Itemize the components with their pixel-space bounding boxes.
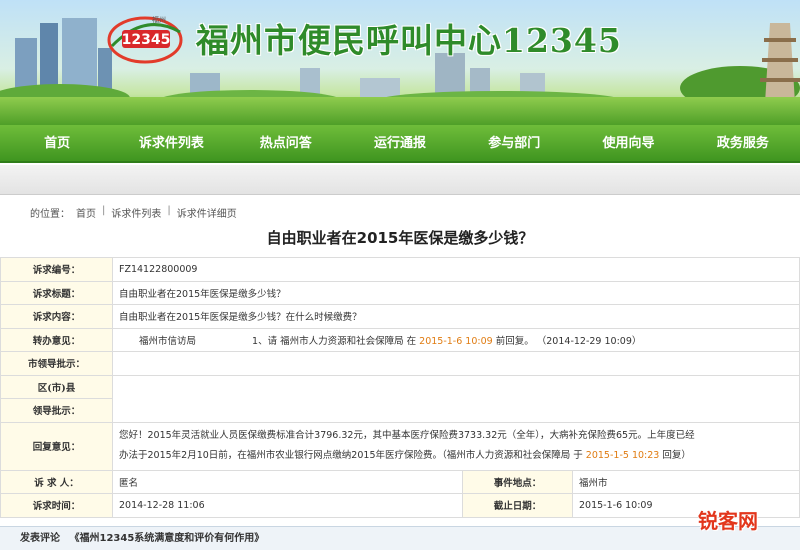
request-title-value: 自由职业者在2015年医保是缴多少钱？ [112,280,800,305]
district-label: 区(市)县 [0,374,113,399]
reply-value: 您好！2015年灵活就业人员医保缴费标准合计3796.32元，其中基本医疗保险费… [112,421,800,471]
comment-label: 发表评论 [20,533,60,544]
breadcrumb-prefix: 的位置： [30,209,70,220]
table-row: 诉 求 人： 匿名 事件地点： 福州市 [0,469,800,494]
nav-item-departments[interactable]: 参与部门 [457,125,571,161]
grass-strip [0,97,800,125]
request-id-value: FZ14122800009 [112,257,800,282]
logo-emblem-icon: 12345 福州 [107,15,183,64]
nav-item-guide[interactable]: 使用向导 [571,125,685,161]
city-leader-value [112,351,800,376]
table-row: 诉求时间： 2014-12-28 11:06 截止日期： 2015-1-6 10… [0,493,800,518]
comment-link[interactable]: 《福州12345系统满意度和评价有何作用》 [69,533,264,544]
table-row: 市领导批示： [0,351,800,376]
reply-line-2-end: 回复） [662,450,691,461]
transfer-text-2: 前回复。 [495,335,534,347]
transfer-label: 转办意见： [0,327,113,352]
nav-item-gov-services[interactable]: 政务服务 [686,125,800,161]
nav-item-hot-qa[interactable]: 热点问答 [229,125,343,161]
reply-line-2: 办法于2015年2月10日前，在福州市农业银行网点缴纳2015年医疗保险费。（福… [119,446,793,466]
request-time-value: 2014-12-28 11:06 [112,493,463,518]
reply-line-1: 您好！2015年灵活就业人员医保缴费标准合计3796.32元，其中基本医疗保险费… [119,430,695,441]
requester-label: 诉 求 人： [0,469,113,494]
breadcrumb-home[interactable]: 首页 [76,205,96,220]
request-id-label: 诉求编号： [0,257,113,282]
transfer-value: 福州市信访局 1、请 福州市人力资源和社会保障局 在 2015-1-6 10:0… [112,327,800,352]
city-leader-label: 市领导批示： [0,351,113,376]
transfer-text-1: 1、请 福州市人力资源和社会保障局 在 [252,335,417,347]
request-time-label: 诉求时间： [0,493,113,518]
table-row: 转办意见： 福州市信访局 1、请 福州市人力资源和社会保障局 在 2015-1-… [0,327,800,352]
comment-bar: 发表评论 《福州12345系统满意度和评价有何作用》 [0,526,800,550]
district-leader-label: 领导批示： [0,398,113,423]
request-detail-table: 诉求编号： FZ14122800009 诉求标题： 自由职业者在2015年医保是… [0,257,800,518]
location-label: 事件地点： [462,469,573,494]
transfer-deadline: 2015-1-6 10:09 [419,335,493,347]
table-row: 回复意见： 您好！2015年灵活就业人员医保缴费标准合计3796.32元，其中基… [0,421,800,471]
breadcrumb: 的位置： 首页 | 诉求件列表 | 诉求件详细页 [30,205,237,220]
reply-label: 回复意见： [0,421,113,471]
request-title-label: 诉求标题： [0,280,113,305]
breadcrumb-request-list[interactable]: 诉求件列表 [111,205,161,220]
reply-line-2-text: 办法于2015年2月10日前，在福州市农业银行网点缴纳2015年医疗保险费。（福… [119,450,583,461]
request-content-label: 诉求内容： [0,304,113,329]
breadcrumb-separator: | [102,205,106,216]
breadcrumb-current: 诉求件详细页 [176,209,237,220]
request-content-value: 自由职业者在2015年医保是缴多少钱？在什么时候缴费？ [112,304,800,329]
transfer-time: （2014-12-29 10:09） [536,335,642,347]
logo-sub: 福州 [152,15,166,24]
logo-number: 12345 [122,32,171,48]
reply-date: 2015-1-5 10:23 [585,450,660,461]
deadline-label: 截止日期： [462,493,573,518]
nav-item-home[interactable]: 首页 [0,125,114,161]
transfer-dept: 福州市信访局 [139,335,197,347]
location-value: 福州市 [572,469,800,494]
main-nav: 首页 诉求件列表 热点问答 运行通报 参与部门 使用向导 政务服务 [0,125,800,163]
site-logo[interactable]: 12345 福州 [100,8,190,68]
table-row: 诉求标题： 自由职业者在2015年医保是缴多少钱？ [0,280,800,305]
deadline-value: 2015-1-6 10:09 [572,493,800,518]
page-title: 自由职业者在2015年医保是缴多少钱？ [266,229,534,247]
header-banner: 12345 福州 福州市便民呼叫中心12345 [0,0,800,125]
requester-value: 匿名 [112,469,463,494]
site-title: 福州市便民呼叫中心12345 [196,21,622,60]
main-content: 的位置： 首页 | 诉求件列表 | 诉求件详细页 自由职业者在2015年医保是缴… [0,195,800,550]
nav-item-operations-report[interactable]: 运行通报 [343,125,457,161]
table-row: 诉求内容： 自由职业者在2015年医保是缴多少钱？在什么时候缴费？ [0,304,800,329]
nav-item-request-list[interactable]: 诉求件列表 [114,125,228,161]
sub-bar [0,165,800,195]
district-leader-value [112,374,800,423]
watermark-logo: 锐客网 [698,509,758,533]
table-row: 诉求编号： FZ14122800009 [0,257,800,282]
breadcrumb-separator: | [167,205,171,216]
table-row: 区(市)县 [0,374,800,423]
